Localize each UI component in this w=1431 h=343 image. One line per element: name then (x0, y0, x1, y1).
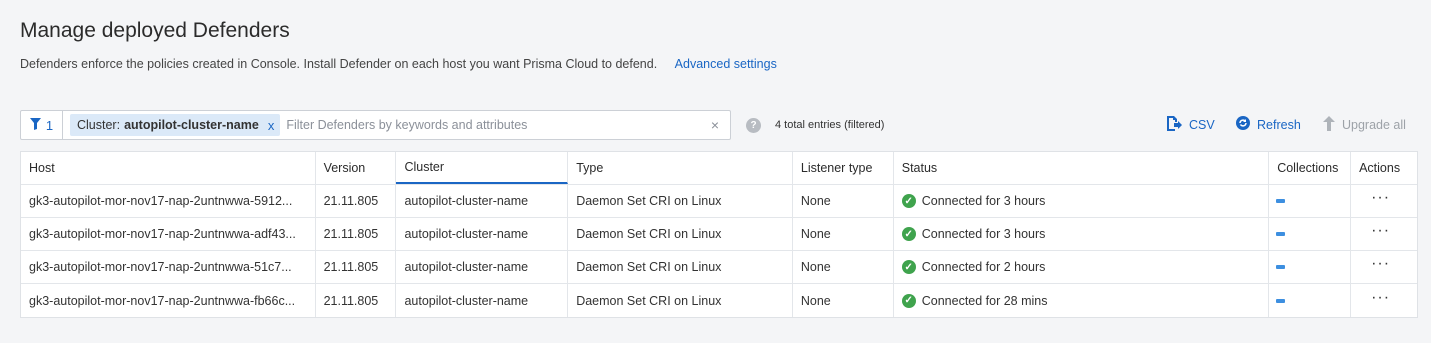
cell-collections[interactable] (1269, 218, 1352, 250)
subtitle-text: Defenders enforce the policies created i… (20, 57, 658, 71)
filter-bar: 1 Cluster: autopilot-cluster-name x × (20, 110, 731, 140)
table-row[interactable]: gk3-autopilot-mor-nov17-nap-2untnwwa-adf… (21, 218, 1417, 251)
check-circle-icon: ✓ (901, 227, 916, 241)
cell-cluster: autopilot-cluster-name (396, 218, 569, 250)
cell-type: Daemon Set CRI on Linux (568, 185, 793, 217)
column-header-host[interactable]: Host (21, 152, 316, 184)
cell-cluster: autopilot-cluster-name (396, 185, 569, 217)
cell-actions: ··· (1351, 185, 1417, 217)
table-row[interactable]: gk3-autopilot-mor-nov17-nap-2untnwwa-51c… (21, 251, 1417, 284)
cell-cluster: autopilot-cluster-name (396, 251, 569, 283)
table-row[interactable]: gk3-autopilot-mor-nov17-nap-2untnwwa-fb6… (21, 284, 1417, 317)
collection-swatch-icon[interactable] (1276, 298, 1286, 303)
more-actions-button[interactable]: ··· (1371, 223, 1390, 239)
cell-type: Daemon Set CRI on Linux (568, 251, 793, 283)
status-text: Connected for 2 hours (921, 260, 1046, 274)
chip-key: Cluster: (77, 118, 121, 132)
help-icon[interactable]: ? (746, 118, 761, 133)
cell-type: Daemon Set CRI on Linux (568, 218, 793, 250)
check-circle-icon: ✓ (901, 293, 916, 308)
export-icon (1166, 116, 1182, 134)
chip-remove-button[interactable]: x (268, 118, 275, 133)
advanced-settings-link[interactable]: Advanced settings (675, 57, 777, 71)
cell-actions: ··· (1351, 251, 1417, 283)
filter-search-input[interactable] (284, 117, 700, 133)
column-header-actions: Actions (1359, 161, 1401, 175)
cell-listener-type: None (793, 284, 894, 317)
arrow-up-icon (1323, 116, 1335, 134)
cell-listener-type: None (793, 251, 894, 283)
cell-version: 21.11.805 (316, 284, 397, 317)
column-header-version[interactable]: Version (316, 152, 397, 184)
cell-version: 21.11.805 (316, 218, 397, 250)
clear-filter-button[interactable]: × (700, 117, 730, 133)
cell-version: 21.11.805 (316, 251, 397, 283)
cell-cluster: autopilot-cluster-name (396, 284, 569, 317)
refresh-button[interactable]: Refresh (1236, 116, 1301, 133)
cell-collections[interactable] (1269, 251, 1352, 283)
check-circle-icon: ✓ (901, 260, 916, 274)
column-header-type[interactable]: Type (568, 152, 793, 184)
collection-swatch-icon[interactable] (1276, 232, 1286, 236)
filter-count: 1 (45, 117, 54, 133)
filter-toggle-button[interactable]: 1 (21, 111, 63, 139)
cell-listener-type: None (793, 218, 894, 250)
table-row[interactable]: gk3-autopilot-mor-nov17-nap-2untnwwa-591… (21, 185, 1417, 218)
cell-actions: ··· (1351, 284, 1417, 317)
cell-listener-type: None (793, 185, 894, 217)
page-title: Manage deployed Defenders (20, 19, 290, 42)
total-entries: 4 total entries (filtered) (775, 119, 885, 131)
column-header-status[interactable]: Status (894, 152, 1270, 184)
cell-collections[interactable] (1269, 284, 1352, 317)
refresh-label: Refresh (1257, 117, 1301, 132)
cell-host[interactable]: gk3-autopilot-mor-nov17-nap-2untnwwa-51c… (21, 251, 316, 283)
column-header-listener-type[interactable]: Listener type (793, 152, 894, 184)
status-text: Connected for 3 hours (921, 227, 1046, 241)
funnel-icon (29, 117, 41, 133)
cell-status: ✓ Connected for 2 hours (894, 251, 1270, 283)
table-header-row: Host Version Cluster Type Listener type … (21, 152, 1417, 185)
cell-host[interactable]: gk3-autopilot-mor-nov17-nap-2untnwwa-adf… (21, 218, 316, 250)
cell-host[interactable]: gk3-autopilot-mor-nov17-nap-2untnwwa-591… (21, 185, 316, 217)
collection-swatch-icon[interactable] (1276, 265, 1286, 269)
cell-actions: ··· (1351, 218, 1417, 250)
page-subtitle: Defenders enforce the policies created i… (20, 57, 777, 71)
filter-chip-cluster: Cluster: autopilot-cluster-name x (70, 114, 281, 136)
chip-value: autopilot-cluster-name (124, 118, 259, 132)
column-header-cluster[interactable]: Cluster (396, 152, 569, 184)
check-circle-icon: ✓ (901, 194, 916, 208)
more-actions-button[interactable]: ··· (1371, 256, 1390, 272)
collection-swatch-icon[interactable] (1276, 199, 1286, 203)
refresh-icon (1236, 116, 1250, 133)
cell-status: ✓ Connected for 3 hours (894, 185, 1270, 217)
csv-label: CSV (1189, 118, 1215, 132)
upgrade-all-button[interactable]: Upgrade all (1323, 116, 1406, 134)
cell-status: ✓ Connected for 3 hours (894, 218, 1270, 250)
cell-status: ✓ Connected for 28 mins (894, 284, 1270, 317)
cell-collections[interactable] (1269, 185, 1352, 217)
cell-host[interactable]: gk3-autopilot-mor-nov17-nap-2untnwwa-fb6… (21, 284, 316, 317)
csv-button[interactable]: CSV (1166, 116, 1215, 134)
status-text: Connected for 28 mins (921, 293, 1048, 308)
status-text: Connected for 3 hours (921, 194, 1046, 208)
cell-type: Daemon Set CRI on Linux (568, 284, 793, 317)
defenders-table: Host Version Cluster Type Listener type … (20, 151, 1418, 318)
upgrade-all-label: Upgrade all (1342, 118, 1406, 132)
more-actions-button[interactable]: ··· (1371, 190, 1390, 206)
more-actions-button[interactable]: ··· (1371, 289, 1390, 306)
cell-version: 21.11.805 (316, 185, 397, 217)
column-header-collections[interactable]: Collections (1269, 152, 1352, 184)
